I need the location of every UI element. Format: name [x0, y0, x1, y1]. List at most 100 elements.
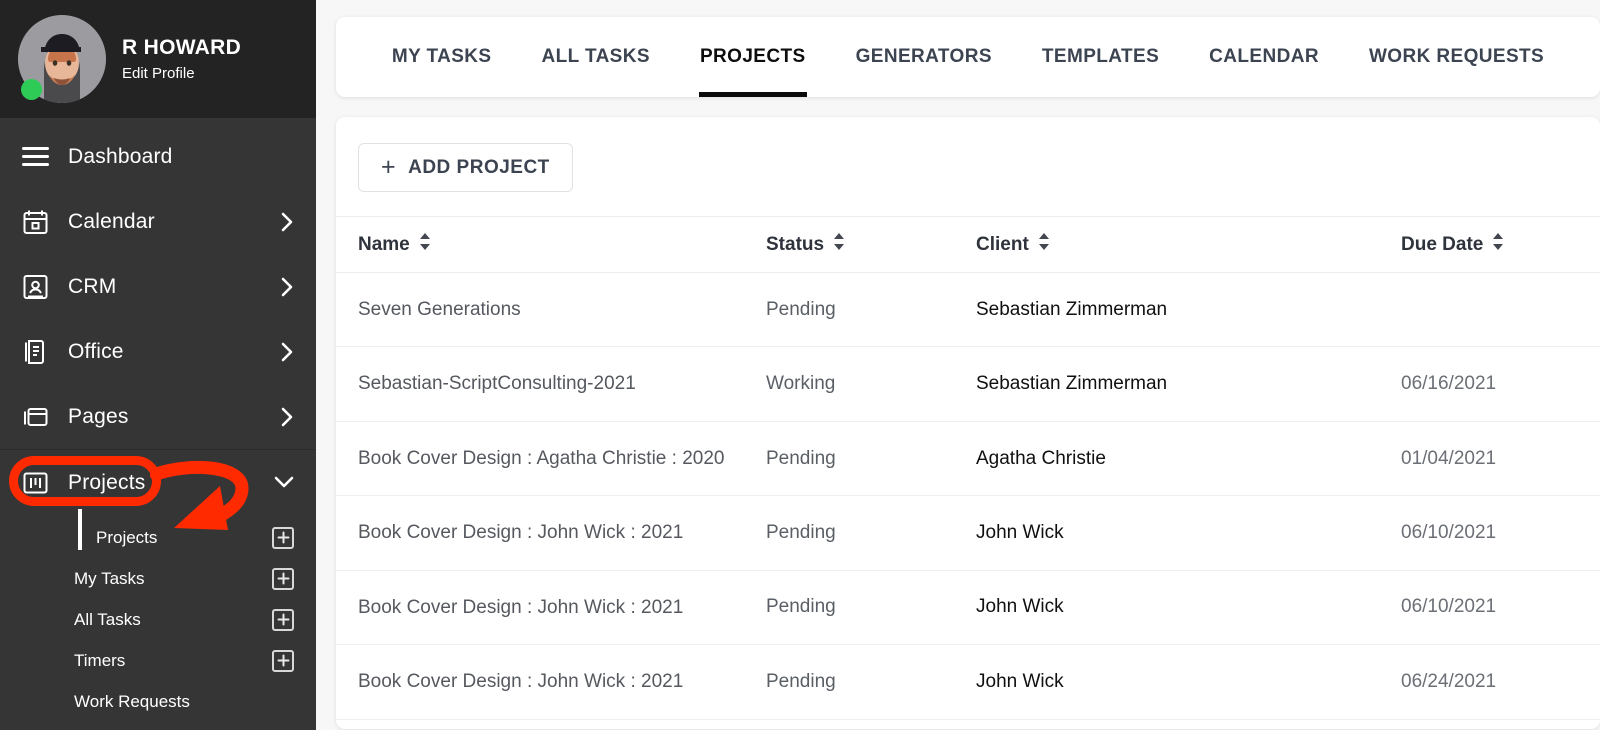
cell-client: John Wick	[976, 570, 1401, 646]
online-status-dot	[21, 79, 42, 100]
tab-generators[interactable]: GENERATORS	[831, 17, 1017, 97]
cell-status: Pending	[766, 421, 976, 497]
sidebar-item-dashboard[interactable]: Dashboard	[0, 124, 316, 189]
tab-label: GENERATORS	[855, 46, 992, 67]
tab-my-tasks[interactable]: MY TASKS	[367, 17, 517, 97]
cell-client: John Wick	[976, 495, 1401, 571]
cell-client: John Wick	[976, 644, 1401, 720]
sidebar-item-label: CRM	[68, 274, 117, 298]
edit-profile-link[interactable]: Edit Profile	[122, 65, 241, 83]
sidebar-profile-header[interactable]: R HOWARD Edit Profile	[0, 0, 316, 118]
cell-due-date: 01/04/2021	[1401, 421, 1600, 497]
sort-icon	[1038, 233, 1050, 256]
add-project-inline-button[interactable]	[272, 526, 294, 549]
column-label: Client	[976, 233, 1029, 255]
cell-client: Sebastian Zimmerman	[976, 346, 1401, 422]
plus-icon: +	[381, 153, 397, 181]
table-body: Seven Generations Pending Sebastian Zimm…	[336, 272, 1600, 720]
projects-panel: + ADD PROJECT Name Status Client Due Dat…	[336, 117, 1600, 729]
table-row[interactable]: Sebastian-ScriptConsulting-2021 Working …	[336, 346, 1600, 422]
sidebar-item-calendar[interactable]: Calendar	[0, 189, 316, 254]
sidebar-item-label: Office	[68, 339, 124, 363]
sidebar-item-label: Projects	[68, 470, 146, 494]
tab-label: PROJECTS	[699, 46, 806, 67]
cell-status: Pending	[766, 570, 976, 646]
cell-client: Sebastian Zimmerman	[976, 272, 1401, 348]
sidebar-nav: Dashboard Calendar CRM Office Pages Proj…	[0, 118, 316, 722]
table-header: Name Status Client Due Date	[336, 216, 1600, 273]
sidebar-subitem-label: My Tasks	[74, 568, 145, 588]
sidebar-subitem-work-requests[interactable]: Work Requests	[0, 681, 316, 722]
add-project-button[interactable]: + ADD PROJECT	[358, 143, 573, 192]
chevron-right-icon	[281, 277, 294, 297]
tab-bar: MY TASKS ALL TASKS PROJECTS GENERATORS T…	[336, 17, 1600, 97]
sidebar-subitem-all-tasks[interactable]: All Tasks	[0, 599, 316, 640]
main-content: MY TASKS ALL TASKS PROJECTS GENERATORS T…	[316, 0, 1600, 730]
hamburger-icon	[20, 142, 50, 172]
avatar[interactable]	[18, 15, 106, 103]
sidebar: R HOWARD Edit Profile Dashboard Calendar	[0, 0, 316, 730]
table-row[interactable]: Seven Generations Pending Sebastian Zimm…	[336, 272, 1600, 348]
sidebar-subitem-projects[interactable]: Projects	[0, 509, 316, 558]
column-header-name[interactable]: Name	[336, 216, 766, 273]
cell-name: Seven Generations	[336, 272, 766, 348]
cell-name: Book Cover Design : John Wick : 2021	[336, 495, 766, 571]
tab-work-requests[interactable]: WORK REQUESTS	[1344, 17, 1569, 97]
table-row[interactable]: Book Cover Design : John Wick : 2021 Pen…	[336, 570, 1600, 646]
tab-calendar[interactable]: CALENDAR	[1184, 17, 1344, 97]
column-header-status[interactable]: Status	[766, 216, 976, 273]
chevron-right-icon	[281, 212, 294, 232]
cell-name: Book Cover Design : John Wick : 2021	[336, 570, 766, 646]
sidebar-subitem-timers[interactable]: Timers	[0, 640, 316, 681]
projects-table: Name Status Client Due Date Seven Genera…	[336, 216, 1600, 720]
tab-label: MY TASKS	[391, 46, 492, 67]
column-label: Status	[766, 233, 825, 255]
sidebar-subitem-label: Timers	[74, 650, 126, 670]
sidebar-subitem-label: All Tasks	[74, 609, 141, 629]
add-project-label: ADD PROJECT	[408, 156, 550, 178]
sidebar-item-pages[interactable]: Pages	[0, 384, 316, 449]
tab-label: CALENDAR	[1209, 46, 1319, 67]
cell-name: Book Cover Design : Agatha Christie : 20…	[336, 421, 766, 497]
add-timer-inline-button[interactable]	[272, 649, 294, 672]
table-row[interactable]: Book Cover Design : Agatha Christie : 20…	[336, 421, 1600, 497]
sort-icon	[833, 233, 845, 256]
sidebar-item-office[interactable]: Office	[0, 319, 316, 384]
cell-due-date: 06/24/2021	[1401, 644, 1600, 720]
add-all-task-inline-button[interactable]	[272, 608, 294, 631]
column-label: Due Date	[1401, 233, 1484, 255]
sidebar-item-projects[interactable]: Projects	[0, 450, 316, 515]
cell-due-date	[1401, 272, 1600, 348]
projects-submenu: Projects My Tasks All Tasks Timers Work …	[0, 509, 316, 722]
add-my-task-inline-button[interactable]	[272, 567, 294, 590]
column-header-due-date[interactable]: Due Date	[1401, 216, 1600, 273]
chevron-right-icon	[281, 342, 294, 362]
cell-status: Pending	[766, 495, 976, 571]
pages-icon	[20, 402, 50, 432]
sidebar-item-label: Dashboard	[68, 144, 173, 168]
tab-label: TEMPLATES	[1041, 46, 1160, 67]
cell-status: Pending	[766, 272, 976, 348]
kanban-board-icon	[20, 468, 50, 498]
contact-card-icon	[20, 272, 50, 302]
sidebar-item-crm[interactable]: CRM	[0, 254, 316, 319]
table-row[interactable]: Book Cover Design : John Wick : 2021 Pen…	[336, 495, 1600, 571]
tab-templates[interactable]: TEMPLATES	[1017, 17, 1184, 97]
sidebar-item-label: Calendar	[68, 209, 155, 233]
sort-icon	[419, 233, 431, 256]
cell-client: Agatha Christie	[976, 421, 1401, 497]
tab-list: MY TASKS ALL TASKS PROJECTS GENERATORS T…	[367, 17, 1569, 97]
column-header-client[interactable]: Client	[976, 216, 1401, 273]
tab-projects[interactable]: PROJECTS	[675, 17, 831, 97]
sidebar-subitem-label: Projects	[96, 527, 158, 547]
table-row[interactable]: Book Cover Design : John Wick : 2021 Pen…	[336, 644, 1600, 720]
cell-due-date: 06/10/2021	[1401, 570, 1600, 646]
tab-all-tasks[interactable]: ALL TASKS	[517, 17, 675, 97]
cell-name: Sebastian-ScriptConsulting-2021	[336, 346, 766, 422]
sidebar-subitem-label: Work Requests	[74, 691, 190, 711]
chevron-down-icon	[274, 476, 294, 489]
cell-status: Pending	[766, 644, 976, 720]
sidebar-subitem-my-tasks[interactable]: My Tasks	[0, 558, 316, 599]
calendar-icon	[20, 207, 50, 237]
chevron-right-icon	[281, 407, 294, 427]
